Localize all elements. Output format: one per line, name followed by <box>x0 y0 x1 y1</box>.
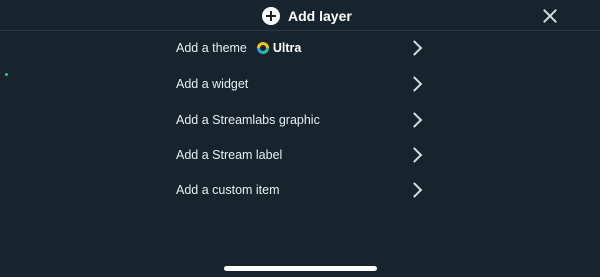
add-layer-screen: Add layer Add a theme Ultra Add a widget… <box>0 0 600 277</box>
ultra-badge: Ultra <box>256 41 302 55</box>
home-indicator[interactable] <box>224 266 377 271</box>
plus-circle-icon <box>262 6 280 25</box>
menu-item-label: Add a custom item <box>176 183 280 197</box>
menu-item-label: Add a Streamlabs graphic <box>176 113 320 127</box>
chevron-right-icon <box>406 112 423 128</box>
chevron-right-icon <box>406 76 423 92</box>
menu-item-label: Add a theme <box>176 41 247 55</box>
chevron-right-icon <box>406 40 423 56</box>
close-icon[interactable] <box>540 6 560 26</box>
ultra-icon <box>256 42 269 54</box>
status-dot <box>5 73 8 76</box>
chevron-right-icon <box>406 182 423 198</box>
menu-item-label: Add a Stream label <box>176 148 283 162</box>
menu-item-add-custom-item[interactable]: Add a custom item <box>176 173 426 207</box>
menu-item-add-streamlabs-graphic[interactable]: Add a Streamlabs graphic <box>176 103 426 137</box>
page-title: Add layer <box>288 7 352 24</box>
menu-item-add-stream-label[interactable]: Add a Stream label <box>176 138 426 172</box>
menu-item-add-theme[interactable]: Add a theme Ultra <box>176 31 426 65</box>
menu-item-label: Add a widget <box>176 77 249 91</box>
menu-item-add-widget[interactable]: Add a widget <box>176 67 426 101</box>
chevron-right-icon <box>406 147 423 163</box>
title-group: Add layer <box>262 5 352 26</box>
header: Add layer <box>0 0 600 31</box>
ultra-label: Ultra <box>272 41 302 55</box>
